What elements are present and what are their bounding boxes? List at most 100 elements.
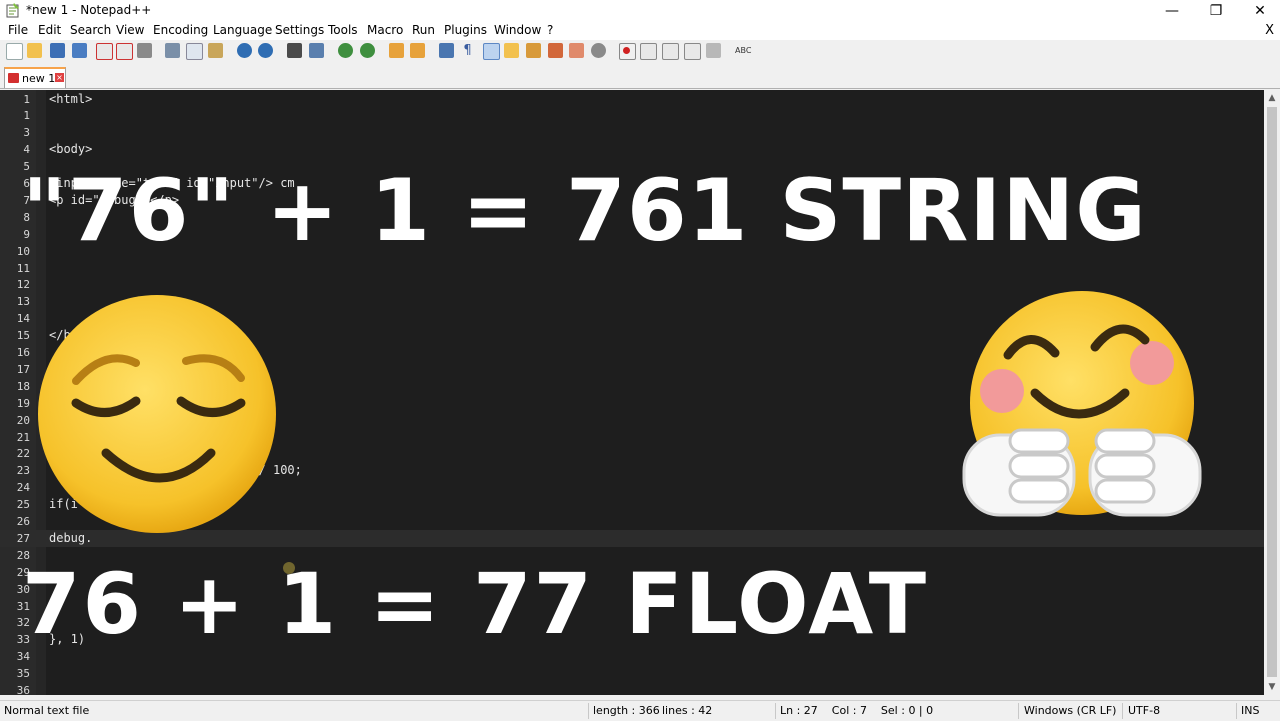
replace-icon[interactable] [309, 43, 324, 58]
relieved-face-emoji [38, 295, 276, 533]
line-number: 19 [16, 396, 30, 410]
spellcheck-icon[interactable]: ABC [735, 43, 751, 58]
undo-icon[interactable] [237, 43, 252, 58]
function-list-icon[interactable] [526, 43, 541, 58]
line-number: 27 [16, 531, 30, 545]
find-icon[interactable] [287, 43, 302, 58]
sync-v-icon[interactable] [389, 43, 404, 58]
run-macro-multi-icon[interactable] [684, 43, 701, 60]
folder-workspace-icon[interactable] [548, 43, 563, 58]
line-number: 18 [16, 379, 30, 393]
hugging-face-emoji [962, 291, 1202, 517]
line-number: 24 [16, 481, 30, 495]
status-separator [1018, 703, 1019, 719]
sync-h-icon[interactable] [410, 43, 425, 58]
folder-as-workspace-icon[interactable] [569, 43, 584, 58]
menu-bar: File Edit Search View Encoding Language … [0, 22, 1280, 40]
stop-macro-icon[interactable] [640, 43, 657, 60]
line-number: 26 [16, 515, 30, 528]
menu-plugins[interactable]: Plugins [444, 23, 487, 37]
save-icon[interactable] [50, 43, 65, 58]
menu-view[interactable]: View [116, 23, 144, 37]
status-encoding: UTF-8 [1128, 704, 1161, 717]
status-lines: lines : 42 [662, 704, 713, 717]
play-macro-icon[interactable] [662, 43, 679, 60]
record-macro-icon[interactable] [619, 43, 636, 60]
word-wrap-icon[interactable] [439, 43, 454, 58]
scroll-down-icon[interactable]: ▼ [1264, 679, 1280, 695]
code-text[interactable]: <body> [49, 141, 92, 158]
close-icon[interactable] [96, 43, 113, 60]
close-all-icon[interactable] [116, 43, 133, 60]
open-icon[interactable] [27, 43, 42, 58]
redo-icon[interactable] [258, 43, 273, 58]
line-number: 12 [16, 278, 30, 292]
status-separator [1122, 703, 1123, 719]
line-number: 25 [16, 498, 30, 512]
monitor-icon[interactable] [591, 43, 606, 58]
code-line[interactable]: 4 <body> [0, 141, 1264, 158]
paste-icon[interactable] [208, 43, 223, 58]
close-document-button[interactable]: X [1265, 23, 1274, 38]
status-separator [775, 703, 776, 719]
code-line[interactable]: 11 [0, 260, 1264, 277]
menu-language[interactable]: Language [213, 23, 272, 37]
minimize-button[interactable]: — [1150, 0, 1194, 22]
indent-guide-icon[interactable] [483, 43, 500, 60]
zoom-in-icon[interactable] [338, 43, 353, 58]
menu-run[interactable]: Run [412, 23, 435, 37]
title-bar: *new 1 - Notepad++ — ❐ ✕ [0, 0, 1280, 22]
save-macro-icon[interactable] [706, 43, 721, 58]
menu-settings[interactable]: Settings [275, 23, 324, 37]
status-eol: Windows (CR LF) [1024, 704, 1117, 717]
code-line[interactable]: 35 [0, 665, 1264, 682]
status-separator [1236, 703, 1237, 719]
tab-new-1[interactable]: new 1 × [4, 67, 66, 88]
tab-close-icon[interactable]: × [55, 73, 64, 82]
menu-help[interactable]: ? [547, 23, 553, 37]
line-number: 4 [23, 143, 30, 157]
code-line[interactable]: 1 <html> [0, 91, 1264, 108]
status-insert-mode: INS [1241, 704, 1260, 717]
zoom-out-icon[interactable] [360, 43, 375, 58]
code-line[interactable]: 3 [0, 124, 1264, 141]
status-file-type: Normal text file [4, 704, 90, 717]
unsaved-file-icon [8, 73, 19, 83]
line-number: 35 [16, 667, 30, 681]
menu-edit[interactable]: Edit [38, 23, 61, 37]
line-number: 36 [16, 684, 30, 695]
show-all-chars-icon[interactable]: ¶ [460, 43, 475, 58]
save-all-icon[interactable] [72, 43, 87, 58]
code-text[interactable]: <html> [49, 91, 92, 108]
menu-encoding[interactable]: Encoding [153, 23, 208, 37]
menu-tools[interactable]: Tools [328, 23, 358, 37]
line-number: 11 [16, 261, 30, 275]
close-window-button[interactable]: ✕ [1238, 0, 1280, 22]
doc-map-icon[interactable] [504, 43, 519, 58]
line-number: 3 [23, 126, 30, 140]
menu-macro[interactable]: Macro [367, 23, 403, 37]
line-number: 17 [16, 362, 30, 376]
status-bar: Normal text file length : 366 lines : 42… [0, 700, 1280, 721]
line-number: 15 [16, 329, 30, 343]
code-line[interactable]: 36 [0, 682, 1264, 695]
scroll-up-icon[interactable]: ▲ [1264, 90, 1280, 106]
menu-search[interactable]: Search [70, 23, 111, 37]
headline-bottom: 76 + 1 = 77 FLOAT [22, 555, 929, 653]
status-length: length : 366 [593, 704, 660, 717]
line-number: 23 [16, 464, 30, 478]
vertical-scrollbar[interactable]: ▲ ▼ [1264, 90, 1280, 695]
cut-icon[interactable] [165, 43, 180, 58]
code-line[interactable]: 1 [0, 107, 1264, 124]
menu-file[interactable]: File [8, 23, 28, 37]
line-number: 14 [16, 312, 30, 326]
maximize-button[interactable]: ❐ [1194, 0, 1238, 22]
copy-icon[interactable] [186, 43, 203, 60]
line-number: 16 [16, 346, 30, 359]
new-file-icon[interactable] [6, 43, 23, 60]
window-title: *new 1 - Notepad++ [26, 3, 152, 17]
menu-window[interactable]: Window [494, 23, 541, 37]
line-number: 20 [16, 413, 30, 427]
print-icon[interactable] [137, 43, 152, 58]
scrollbar-thumb[interactable] [1267, 107, 1277, 677]
